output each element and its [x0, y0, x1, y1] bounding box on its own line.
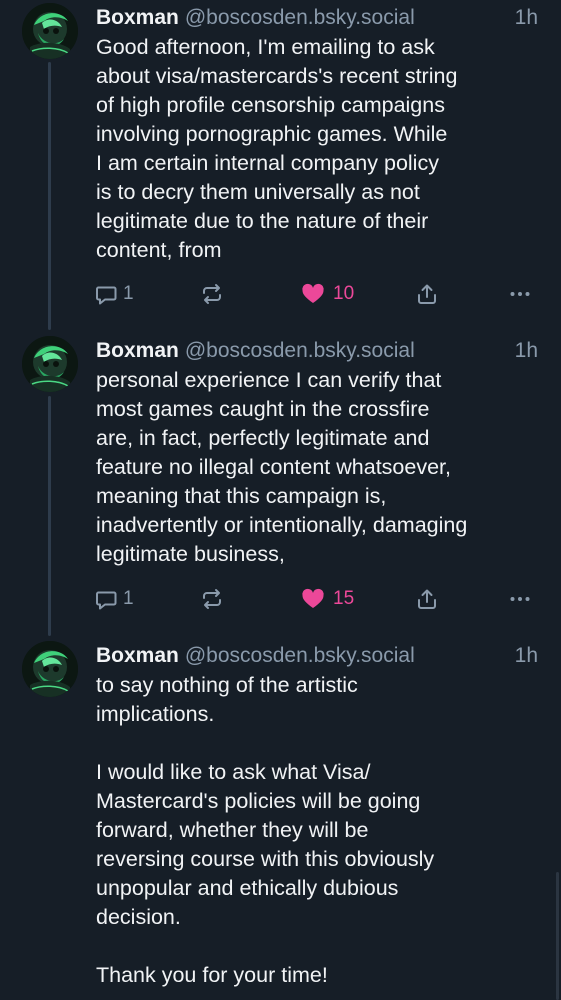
post-text-line: I am certain internal company policy	[96, 151, 439, 175]
like-button[interactable]: 15	[301, 585, 354, 613]
post-text-line: involving pornographic games. While	[96, 122, 448, 146]
heart-icon	[302, 283, 324, 303]
post-text-line: unpopular and ethically dubious	[96, 876, 399, 900]
post-text: to say nothing of the artistic implicati…	[96, 671, 546, 990]
post-timestamp[interactable]: 1h	[515, 3, 538, 33]
post-text-line: forward, whether they will be	[96, 818, 369, 842]
avatar-image	[22, 336, 78, 392]
post-text-line: to say nothing of the artistic	[96, 673, 358, 697]
post-text-line: I would like to ask what Visa/	[96, 760, 371, 784]
post-text-line: legitimate business,	[96, 542, 285, 566]
post-timestamp[interactable]: 1h	[515, 641, 538, 671]
post-text-blank-line	[96, 729, 546, 758]
avatar-image	[22, 3, 78, 59]
repost-button[interactable]	[200, 585, 224, 613]
thread-line	[48, 396, 51, 636]
post-text: Good afternoon, I'm emailing to ask abou…	[96, 33, 546, 265]
author-handle[interactable]: @boscosden.bsky.social	[185, 6, 415, 29]
post-text-line: is to decry them universally as not	[96, 180, 420, 204]
reply-icon	[96, 591, 117, 610]
post-text-line: about visa/mastercards's recent string	[96, 64, 458, 88]
repost-button[interactable]	[200, 280, 224, 308]
post-text-line: feature no illegal content whatsoever,	[96, 455, 451, 479]
avatar[interactable]	[22, 3, 78, 59]
post-actions: 1 10	[92, 280, 542, 308]
more-icon	[510, 292, 530, 296]
post-text-line: are, in fact, perfectly legitimate and	[96, 426, 430, 450]
reply-button[interactable]: 1	[94, 585, 134, 613]
post-text-line: decision.	[96, 905, 181, 929]
share-icon	[418, 589, 436, 609]
repost-icon	[203, 284, 221, 304]
post-text-line: Good afternoon, I'm emailing to ask	[96, 35, 435, 59]
repost-icon	[203, 589, 221, 609]
post-header: Boxman @boscosden.bsky.social 1h	[96, 3, 540, 33]
post-text-line: meaning that this campaign is,	[96, 484, 387, 508]
like-count: 15	[333, 588, 355, 609]
share-button[interactable]	[415, 585, 439, 613]
post-text-line: implications.	[96, 702, 215, 726]
post-header: Boxman @boscosden.bsky.social 1h	[96, 336, 540, 366]
author-name[interactable]: Boxman	[96, 339, 179, 362]
post-text-line: Mastercard's policies will be going	[96, 789, 421, 813]
avatar[interactable]	[22, 336, 78, 392]
more-options-button[interactable]	[508, 585, 532, 613]
reply-count: 1	[123, 588, 134, 609]
avatar-image	[22, 641, 78, 697]
post-text-line: Thank you for your time!	[96, 963, 328, 987]
post-text-line: inadvertently or intentionally, damaging	[96, 513, 468, 537]
more-icon	[510, 597, 530, 601]
post-text-line: legitimate due to the nature of their	[96, 209, 429, 233]
post-text-line: reversing course with this obviously	[96, 847, 435, 871]
share-button[interactable]	[415, 280, 439, 308]
like-button[interactable]: 10	[301, 280, 354, 308]
post-header: Boxman @boscosden.bsky.social 1h	[96, 641, 540, 671]
post-timestamp[interactable]: 1h	[515, 336, 538, 366]
author-handle[interactable]: @boscosden.bsky.social	[185, 644, 415, 667]
post-actions: 1 15	[92, 585, 542, 613]
author-handle[interactable]: @boscosden.bsky.social	[185, 339, 415, 362]
post-text-line: content, from	[96, 238, 222, 262]
post-text-line: personal experience I can verify that	[96, 368, 442, 392]
share-icon	[418, 284, 436, 304]
post-text-blank-line	[96, 932, 546, 961]
more-options-button[interactable]	[508, 280, 532, 308]
post-text-line: of high profile censorship campaigns	[96, 93, 445, 117]
scrollbar-thumb[interactable]	[556, 872, 559, 1000]
heart-icon	[302, 588, 324, 608]
like-count: 10	[333, 283, 355, 304]
thread-feed: Boxman @boscosden.bsky.social 1h Good aft…	[0, 0, 561, 1000]
post-text: personal experience I can verify that mo…	[96, 366, 546, 569]
author-name[interactable]: Boxman	[96, 6, 179, 29]
avatar[interactable]	[22, 641, 78, 697]
thread-line	[48, 62, 51, 330]
reply-button[interactable]: 1	[94, 280, 134, 308]
reply-count: 1	[123, 283, 134, 304]
post-text-line: most games caught in the crossfire	[96, 397, 430, 421]
reply-icon	[96, 286, 117, 305]
author-name[interactable]: Boxman	[96, 644, 179, 667]
